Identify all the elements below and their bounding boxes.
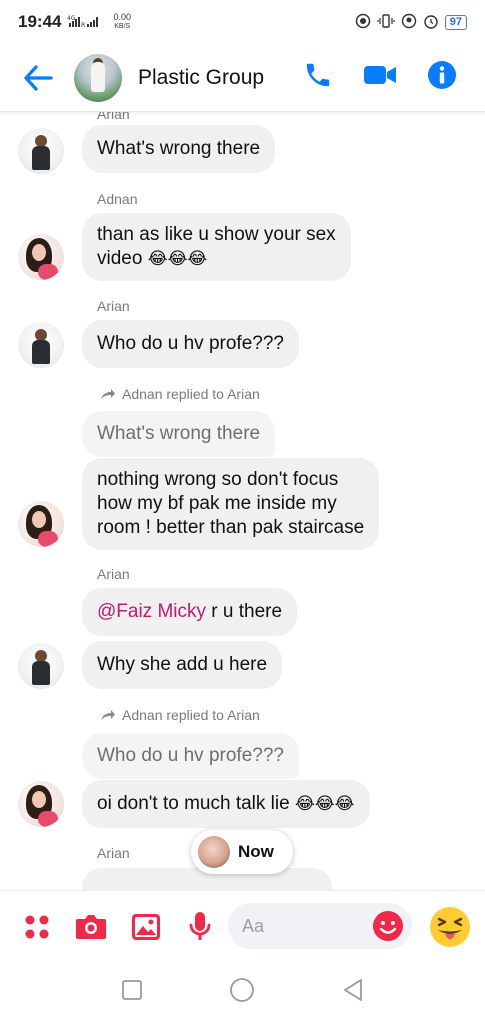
mention-link[interactable]: @Faiz Micky <box>97 601 206 622</box>
svg-text:4G: 4G <box>67 15 76 22</box>
message-input-container[interactable] <box>228 903 412 949</box>
message-bubble[interactable]: @Faiz Micky r u there <box>82 588 298 636</box>
circle-icon <box>230 977 255 1002</box>
four-dots-icon <box>25 915 49 939</box>
back-nav-button[interactable] <box>342 978 364 1007</box>
reply-arrow-icon <box>101 389 115 399</box>
avatar[interactable] <box>18 643 64 689</box>
alarm-icon <box>423 13 439 32</box>
vibrate-icon <box>377 13 395 32</box>
sender-name: Arian <box>97 566 130 582</box>
info-button[interactable] <box>427 60 457 95</box>
now-label: Now <box>238 842 274 861</box>
message-list[interactable]: Arian What's wrong there Adnan than as l… <box>0 112 485 890</box>
location-icon <box>401 13 417 32</box>
home-button[interactable] <box>229 977 255 1008</box>
avatar[interactable] <box>18 234 64 280</box>
avatar[interactable] <box>18 128 64 174</box>
message-composer <box>0 890 485 960</box>
avatar[interactable] <box>18 501 64 547</box>
video-camera-icon <box>364 66 396 84</box>
squinting-tongue-emoji-icon <box>430 907 470 947</box>
signal-icon: 4G R <box>67 14 107 30</box>
status-bar: 19:44 4G R 0.00 KB/S 97 <box>0 0 485 44</box>
recents-button[interactable] <box>121 979 143 1006</box>
info-icon <box>428 61 456 89</box>
hotspot-icon <box>355 13 371 32</box>
network-speed: 0.00 KB/S <box>113 12 132 30</box>
seen-now-indicator[interactable]: Now <box>191 830 293 874</box>
message-input[interactable] <box>242 915 362 937</box>
reply-notice: Adnan replied to Arian <box>100 386 260 402</box>
system-nav-bar <box>0 960 485 1024</box>
message-bubble[interactable]: Why she add u here <box>82 641 283 689</box>
message-bubble[interactable]: Who do u hv profe??? <box>82 320 299 368</box>
message-bubble[interactable]: than as like u show your sex video 😂😂😂 <box>82 213 351 281</box>
phone-icon <box>306 63 330 87</box>
video-call-button[interactable] <box>363 63 397 92</box>
quick-reaction-button[interactable] <box>428 905 472 949</box>
avatar <box>198 836 230 868</box>
laughing-emoji-icon: 😂😂😂 <box>294 794 355 813</box>
smiley-icon <box>373 911 403 941</box>
laughing-emoji-icon: 😂😂😂 <box>147 249 208 268</box>
avatar[interactable] <box>18 322 64 368</box>
reply-notice: Adnan replied to Arian <box>100 707 260 723</box>
square-icon <box>122 979 143 1000</box>
quoted-message[interactable]: Who do u hv profe??? <box>82 733 299 779</box>
group-avatar[interactable] <box>74 53 122 102</box>
voice-record-button[interactable] <box>188 911 212 943</box>
more-actions-button[interactable] <box>24 914 50 940</box>
image-icon <box>132 914 160 940</box>
gallery-button[interactable] <box>131 913 161 941</box>
group-title[interactable]: Plastic Group <box>138 66 264 90</box>
avatar[interactable] <box>18 781 64 827</box>
message-bubble[interactable]: nothing wrong so don't focus how my bf p… <box>82 458 380 550</box>
emoji-picker-button[interactable] <box>372 910 404 947</box>
status-time: 19:44 <box>18 12 62 31</box>
camera-button[interactable] <box>75 912 107 940</box>
chat-header: Plastic Group <box>0 44 485 112</box>
sender-name: Arian <box>97 112 130 122</box>
voice-call-button[interactable] <box>303 60 333 95</box>
camera-icon <box>76 915 106 939</box>
microphone-icon <box>189 912 211 940</box>
battery-indicator: 97 <box>444 14 467 30</box>
message-bubble[interactable]: oi don't to much talk lie 😂😂😂 <box>82 780 370 828</box>
message-bubble[interactable]: What's wrong there <box>82 125 276 173</box>
sender-name: Adnan <box>97 191 138 207</box>
quoted-message[interactable]: What's wrong there <box>82 411 276 457</box>
sender-name: Arian <box>97 845 130 861</box>
sender-name: Arian <box>97 298 130 314</box>
back-button[interactable] <box>18 58 58 98</box>
triangle-back-icon <box>343 978 362 1001</box>
reply-arrow-icon <box>101 710 115 720</box>
back-arrow-icon <box>24 64 53 91</box>
svg-text:R: R <box>81 22 85 28</box>
